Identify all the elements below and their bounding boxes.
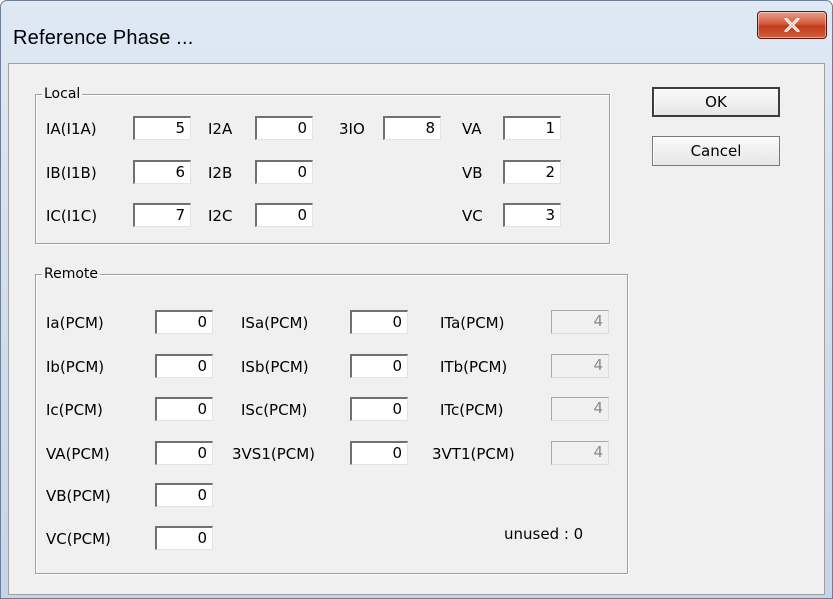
remote-isb-label: ISb(PCM) bbox=[241, 358, 309, 376]
local-ib-field[interactable]: 6 bbox=[133, 160, 191, 184]
close-button[interactable] bbox=[757, 11, 827, 39]
local-vc-field[interactable]: 3 bbox=[503, 203, 561, 227]
remote-vc-field[interactable]: 0 bbox=[155, 526, 213, 550]
remote-3vs1-field[interactable]: 0 bbox=[350, 441, 408, 465]
remote-3vt1-field: 4 bbox=[551, 441, 609, 465]
local-group-title: Local bbox=[42, 85, 83, 103]
remote-vc-label: VC(PCM) bbox=[46, 530, 111, 548]
local-i2c-field[interactable]: 0 bbox=[255, 203, 313, 227]
local-ia-label: IA(I1A) bbox=[46, 120, 97, 138]
remote-3vt1-label: 3VT1(PCM) bbox=[432, 445, 515, 463]
local-vc-label: VC bbox=[462, 207, 483, 225]
remote-ib-field[interactable]: 0 bbox=[155, 354, 213, 378]
window-title: Reference Phase ... bbox=[13, 27, 194, 49]
local-i2a-label: I2A bbox=[208, 120, 233, 138]
remote-vb-field[interactable]: 0 bbox=[155, 483, 213, 507]
local-groupbox: Local IA(I1A) 5 IB(I1B) 6 IC(I1C) 7 I2A … bbox=[35, 85, 610, 244]
local-vb-label: VB bbox=[462, 164, 483, 182]
remote-group-title: Remote bbox=[42, 265, 101, 283]
local-i2b-field[interactable]: 0 bbox=[255, 160, 313, 184]
local-ib-label: IB(I1B) bbox=[46, 164, 97, 182]
local-i2a-field[interactable]: 0 bbox=[255, 116, 313, 140]
remote-groupbox: Remote Ia(PCM) 0 Ib(PCM) 0 Ic(PCM) 0 VA(… bbox=[35, 265, 628, 574]
remote-ia-label: Ia(PCM) bbox=[46, 314, 104, 332]
remote-isa-field[interactable]: 0 bbox=[350, 310, 408, 334]
title-bar[interactable]: Reference Phase ... bbox=[1, 1, 832, 63]
close-icon bbox=[784, 18, 800, 32]
unused-count-text: unused : 0 bbox=[504, 525, 584, 543]
remote-itb-label: ITb(PCM) bbox=[440, 358, 508, 376]
remote-ib-label: Ib(PCM) bbox=[46, 358, 105, 376]
local-ia-field[interactable]: 5 bbox=[133, 116, 191, 140]
cancel-button[interactable]: Cancel bbox=[652, 136, 780, 166]
local-va-label: VA bbox=[462, 120, 482, 138]
remote-ita-field: 4 bbox=[551, 310, 609, 334]
remote-va-field[interactable]: 0 bbox=[155, 441, 213, 465]
local-ic-label: IC(I1C) bbox=[46, 207, 98, 225]
remote-isc-field[interactable]: 0 bbox=[350, 397, 408, 421]
remote-ic-field[interactable]: 0 bbox=[155, 397, 213, 421]
local-i2b-label: I2B bbox=[208, 164, 233, 182]
remote-itc-field: 4 bbox=[551, 397, 609, 421]
local-va-field[interactable]: 1 bbox=[503, 116, 561, 140]
remote-itc-label: ITc(PCM) bbox=[440, 401, 504, 419]
local-ic-field[interactable]: 7 bbox=[133, 203, 191, 227]
dialog-window: Reference Phase ... Local IA(I1A) 5 IB(I… bbox=[0, 0, 833, 599]
remote-isc-label: ISc(PCM) bbox=[241, 401, 308, 419]
dialog-client-area: Local IA(I1A) 5 IB(I1B) 6 IC(I1C) 7 I2A … bbox=[8, 63, 825, 595]
remote-isa-label: ISa(PCM) bbox=[241, 314, 309, 332]
ok-button[interactable]: OK bbox=[652, 87, 780, 117]
remote-itb-field: 4 bbox=[551, 354, 609, 378]
remote-3vs1-label: 3VS1(PCM) bbox=[232, 445, 316, 463]
remote-isb-field[interactable]: 0 bbox=[350, 354, 408, 378]
remote-ic-label: Ic(PCM) bbox=[46, 401, 103, 419]
local-3io-label: 3IO bbox=[339, 120, 365, 138]
local-3io-field[interactable]: 8 bbox=[383, 116, 441, 140]
remote-vb-label: VB(PCM) bbox=[46, 487, 111, 505]
remote-ia-field[interactable]: 0 bbox=[155, 310, 213, 334]
local-vb-field[interactable]: 2 bbox=[503, 160, 561, 184]
remote-va-label: VA(PCM) bbox=[46, 445, 110, 463]
remote-ita-label: ITa(PCM) bbox=[440, 314, 505, 332]
local-i2c-label: I2C bbox=[208, 207, 233, 225]
